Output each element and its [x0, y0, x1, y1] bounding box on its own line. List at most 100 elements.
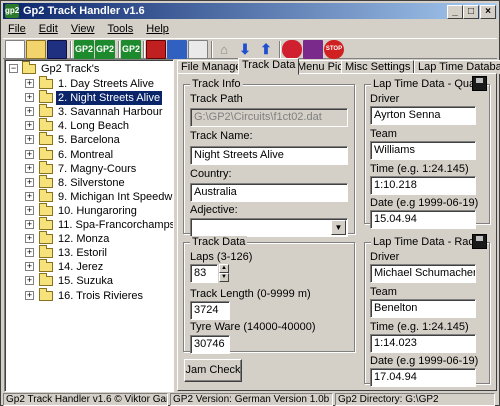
- tree-item[interactable]: +4. Long Beach: [5, 118, 173, 133]
- gp2-tool-icon[interactable]: GP2: [121, 40, 141, 59]
- expand-icon[interactable]: +: [25, 220, 34, 229]
- tree-item[interactable]: +7. Magny-Cours: [5, 160, 173, 176]
- menu-view[interactable]: View: [66, 20, 100, 38]
- tree-item[interactable]: +1. Day Streets Alive: [5, 76, 173, 91]
- folder-icon: [39, 174, 53, 188]
- menu-edit[interactable]: Edit: [34, 20, 63, 38]
- save-disk-icon[interactable]: [47, 40, 67, 59]
- folder-icon: [39, 188, 53, 202]
- gp2-export-icon[interactable]: GP2: [95, 40, 115, 59]
- tree-item[interactable]: +8. Silverstone: [5, 174, 173, 190]
- collapse-icon[interactable]: −: [9, 64, 18, 73]
- expand-icon[interactable]: +: [25, 79, 34, 88]
- tree-item[interactable]: +13. Estoril: [5, 245, 173, 260]
- track-length-field[interactable]: 3724: [190, 301, 230, 320]
- spin-down-icon[interactable]: ▼: [219, 273, 229, 282]
- menu-tools[interactable]: Tools: [103, 20, 139, 38]
- expand-icon[interactable]: +: [25, 276, 34, 286]
- tree-item[interactable]: +15. Suzuka: [5, 273, 173, 288]
- race-driver-field[interactable]: Michael Schumacher: [370, 264, 476, 283]
- expand-icon[interactable]: +: [25, 149, 34, 159]
- race-driver-icon[interactable]: [282, 40, 302, 59]
- expand-icon[interactable]: +: [25, 191, 34, 201]
- expand-icon[interactable]: +: [25, 234, 34, 244]
- tyre-ware-field[interactable]: 30746: [190, 335, 230, 354]
- tree-item[interactable]: +2. Night Streets Alive: [5, 90, 173, 107]
- tree-item[interactable]: +12. Monza: [5, 231, 173, 246]
- expand-icon[interactable]: +: [25, 262, 34, 272]
- spin-up-icon[interactable]: ▲: [219, 264, 229, 273]
- expand-icon[interactable]: +: [25, 290, 34, 300]
- folder-icon: [39, 104, 53, 118]
- expand-icon[interactable]: +: [25, 93, 34, 103]
- tree-item[interactable]: +16. Trois Rivieres: [5, 287, 173, 303]
- stop-icon[interactable]: STOP: [324, 40, 344, 59]
- tree-item[interactable]: +10. Hungaroring: [5, 202, 173, 218]
- expand-icon[interactable]: +: [25, 135, 34, 145]
- folder-icon: [39, 76, 53, 89]
- tree-item[interactable]: +9. Michigan Int Speedway: [5, 188, 174, 204]
- tree-item[interactable]: +3. Savannah Harbour: [5, 104, 173, 119]
- qual-team-label: Team: [370, 128, 397, 140]
- tab-track-data[interactable]: Track Data: [238, 58, 300, 75]
- gp2-import-icon[interactable]: GP2: [74, 40, 94, 59]
- menu-file[interactable]: File: [3, 20, 31, 38]
- race-date-field[interactable]: 17.04.94: [370, 368, 476, 387]
- open-folder-icon[interactable]: [26, 40, 46, 59]
- race-driver-label: Driver: [370, 251, 400, 263]
- expand-icon[interactable]: +: [25, 177, 34, 187]
- colors-icon[interactable]: [146, 40, 166, 59]
- jam-check-button[interactable]: Jam Check: [184, 359, 242, 382]
- tree-item[interactable]: +11. Spa-Francorchamps: [5, 217, 173, 232]
- tab-lap-time-database[interactable]: Lap Time Database: [414, 60, 500, 74]
- track-name-field[interactable]: Night Streets Alive: [190, 146, 348, 165]
- tree-item[interactable]: +6. Montreal: [5, 146, 173, 162]
- menu-help[interactable]: Help: [141, 20, 174, 38]
- qual-time-label: Time (e.g. 1:24.145): [370, 163, 469, 175]
- tree-item-label: 15. Suzuka: [58, 275, 114, 288]
- expand-icon[interactable]: +: [25, 205, 34, 215]
- tree-item[interactable]: +5. Barcelona: [5, 132, 173, 147]
- tab-strip: File Manager Track Data Menu Pics Misc S…: [177, 58, 500, 75]
- save-qual-disk-icon[interactable]: [472, 76, 487, 91]
- home-icon[interactable]: ⌂: [214, 40, 234, 59]
- expand-icon[interactable]: +: [25, 248, 34, 258]
- tree-root[interactable]: − Gp2 Track's: [5, 61, 173, 76]
- minimize-button[interactable]: _: [447, 5, 463, 19]
- toolbar: GP2 GP2 GP2 ⌂ ⬇ ⬆ STOP: [3, 38, 497, 59]
- race-time-field[interactable]: 1:14.023: [370, 334, 476, 353]
- title-bar[interactable]: gp2 Gp2 Track Handler v1.6 _ □ ×: [3, 3, 497, 19]
- copy-icon[interactable]: [188, 40, 208, 59]
- arrow-up-icon[interactable]: ⬆: [256, 40, 276, 59]
- maximize-button[interactable]: □: [463, 5, 479, 19]
- tab-misc-settings[interactable]: Misc Settings: [341, 60, 415, 74]
- race-team-field[interactable]: Benelton: [370, 299, 476, 318]
- tree-item-label: 9. Michigan Int Speedway: [58, 190, 174, 203]
- track-tree[interactable]: − Gp2 Track's +1. Day Streets Alive +2. N…: [4, 59, 174, 392]
- tools-icon[interactable]: [167, 40, 187, 59]
- new-file-icon[interactable]: [5, 40, 25, 59]
- qual-date-field[interactable]: 15.04.94: [370, 210, 476, 229]
- qual-time-field[interactable]: 1:10.218: [370, 176, 476, 195]
- race-date-label: Date (e.g 1999-06-19): [370, 355, 479, 367]
- laps-spinner[interactable]: ▲ ▼: [219, 264, 229, 283]
- book-icon[interactable]: [303, 40, 323, 59]
- chevron-down-icon[interactable]: ▼: [331, 220, 346, 235]
- country-field[interactable]: Australia: [190, 183, 348, 202]
- status-app: Gp2 Track Handler v1.6 © Viktor Gars: [3, 393, 168, 406]
- qual-team-field[interactable]: Williams: [370, 141, 476, 160]
- adjective-select[interactable]: ▼: [190, 218, 348, 237]
- tree-item[interactable]: +14. Jerez: [5, 259, 173, 274]
- main-window: gp2 Gp2 Track Handler v1.6 _ □ × File Ed…: [0, 0, 500, 406]
- close-button[interactable]: ×: [480, 5, 496, 19]
- qual-driver-field[interactable]: Ayrton Senna: [370, 106, 476, 125]
- qual-lap-group: Lap Time Data - Qual Driver Ayrton Senna…: [364, 76, 490, 229]
- folder-icon: [39, 132, 53, 146]
- expand-icon[interactable]: +: [25, 107, 34, 117]
- laps-field[interactable]: 83: [190, 264, 218, 283]
- arrow-down-icon[interactable]: ⬇: [235, 40, 255, 59]
- save-race-disk-icon[interactable]: [472, 234, 487, 249]
- folder-icon: [39, 90, 53, 104]
- expand-icon[interactable]: +: [25, 121, 34, 131]
- expand-icon[interactable]: +: [25, 163, 34, 173]
